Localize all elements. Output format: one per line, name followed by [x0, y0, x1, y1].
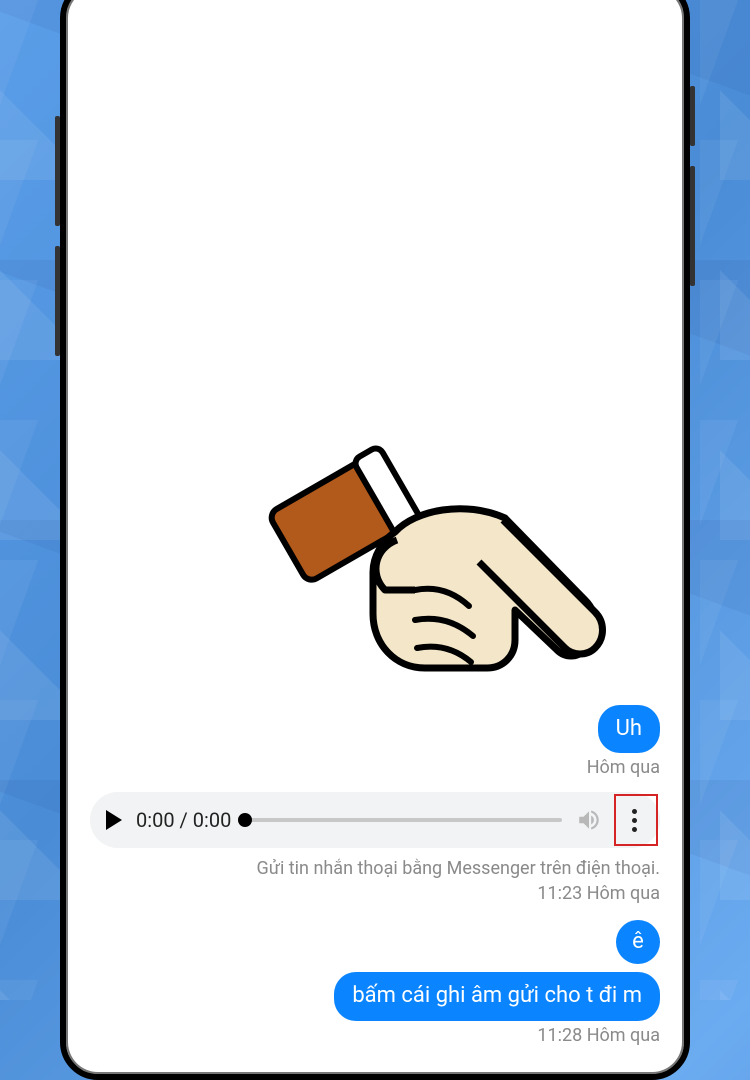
audio-time: 0:00 / 0:00 — [136, 808, 231, 832]
side-button — [690, 86, 695, 146]
slider-thumb[interactable] — [238, 813, 252, 827]
message-bubble-e[interactable]: ê — [616, 920, 660, 964]
message-bubble-bam[interactable]: bấm cái ghi âm gửi cho t đi m — [334, 972, 660, 1021]
timestamp: 11:28 Hôm qua — [90, 1025, 660, 1046]
play-icon[interactable] — [106, 810, 122, 830]
message-bubble-uh[interactable]: Uh — [598, 705, 660, 754]
audio-player: 0:00 / 0:00 — [90, 792, 660, 848]
more-options-icon[interactable] — [616, 798, 652, 842]
chat-screen: Uh Hôm qua 0:00 / 0:00 Gửi tin nhắn thoạ… — [66, 0, 684, 1074]
side-button — [55, 116, 60, 226]
timestamp: 11:23 Hôm qua — [90, 883, 660, 904]
side-button — [690, 166, 695, 286]
audio-caption: Gửi tin nhắn thoại bằng Messenger trên đ… — [90, 858, 660, 879]
phone-frame: Uh Hôm qua 0:00 / 0:00 Gửi tin nhắn thoạ… — [60, 0, 690, 1080]
audio-progress-slider[interactable] — [245, 818, 562, 822]
side-button — [55, 246, 60, 356]
timestamp: Hôm qua — [90, 757, 660, 778]
volume-icon[interactable] — [576, 807, 602, 833]
